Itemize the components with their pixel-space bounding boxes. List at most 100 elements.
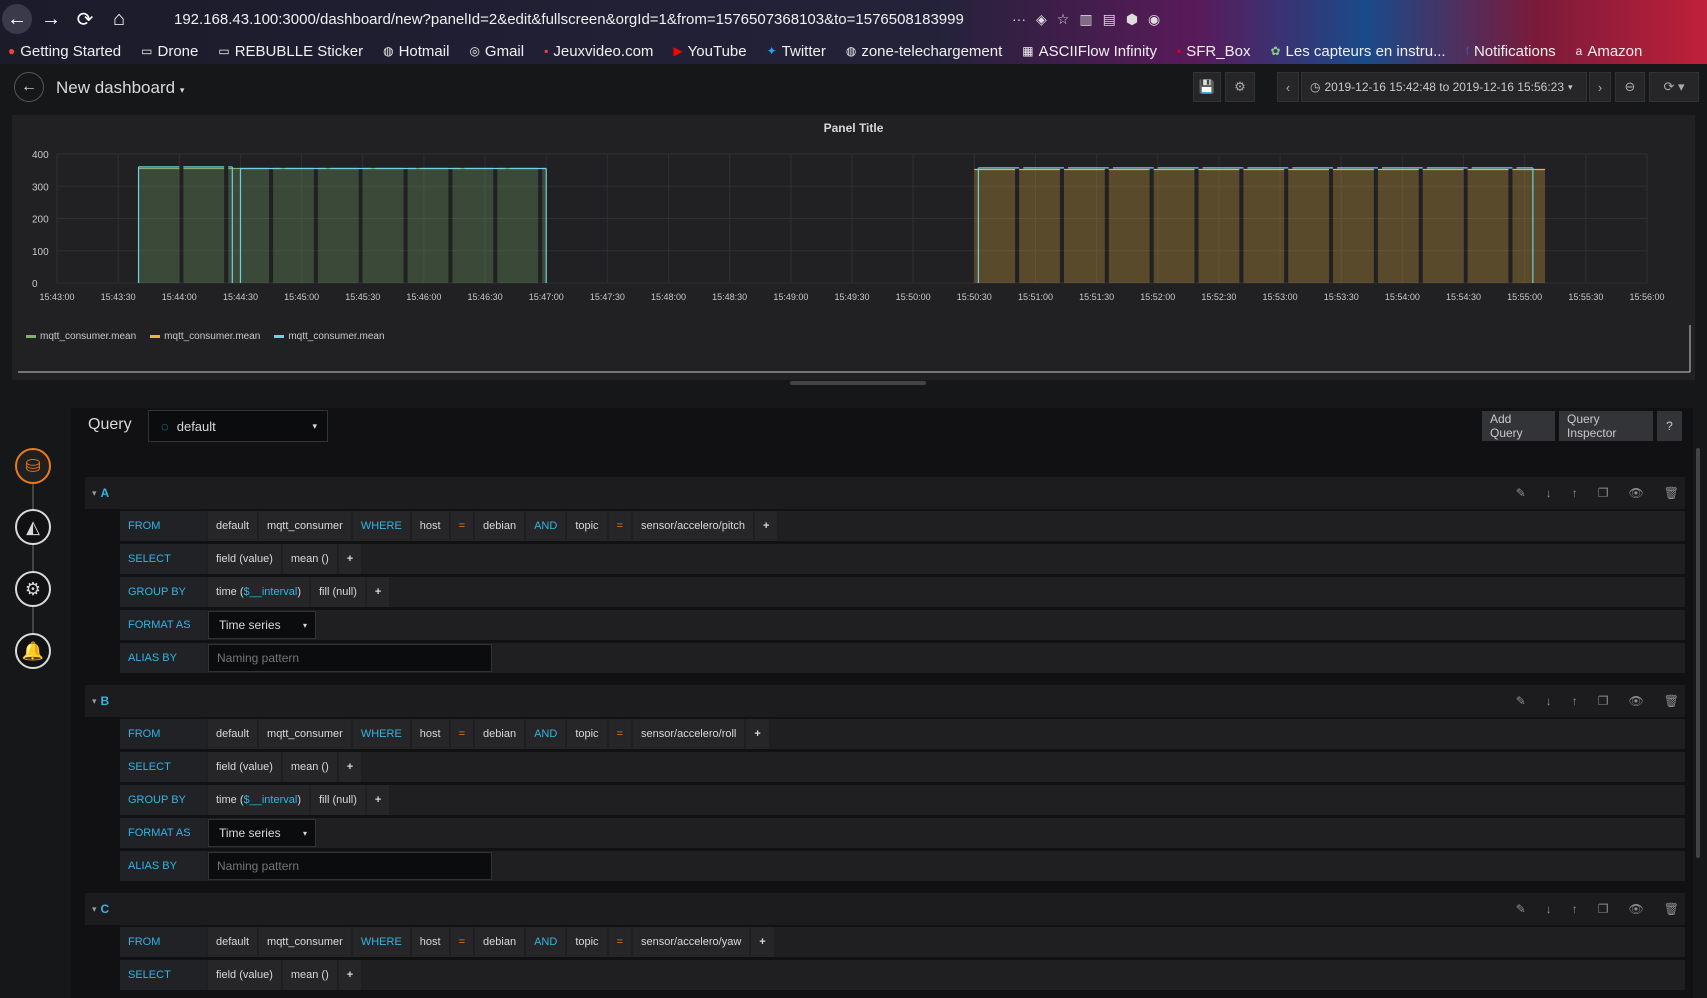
alert-bell-icon[interactable]: 🔔 — [15, 633, 51, 669]
dashboard-title[interactable]: New dashboard ▾ — [56, 78, 184, 98]
back-to-dashboard-button[interactable]: ← — [14, 72, 44, 102]
where-segment[interactable]: AND — [526, 511, 566, 541]
trash-icon[interactable]: 🗑 — [1664, 902, 1679, 916]
select-segment[interactable]: mean () — [282, 544, 337, 574]
move-up-icon[interactable]: ↑ — [1572, 902, 1578, 916]
query-inspector-button[interactable]: Query Inspector — [1559, 411, 1653, 441]
bookmark-item[interactable]: ▶ YouTube — [673, 43, 746, 60]
eye-icon[interactable]: 👁 — [1629, 902, 1644, 916]
add-query-button[interactable]: Add Query — [1482, 411, 1555, 441]
refresh-button[interactable]: ⟳ ▾ — [1649, 72, 1699, 102]
where-segment[interactable]: host — [411, 927, 449, 957]
library-icon[interactable]: ▥ — [1079, 11, 1092, 28]
select-segment[interactable]: field (value) — [208, 544, 281, 574]
legend-item[interactable]: mqtt_consumer.mean — [274, 331, 385, 342]
format-as-select[interactable]: Time series ▾ — [208, 611, 316, 639]
query-header[interactable]: ▾ B ✎ ↓ ↑ ❐ 👁 🗑 — [85, 685, 1685, 717]
where-segment[interactable]: AND — [526, 927, 566, 957]
add-group-by-button[interactable]: + — [366, 785, 390, 815]
bookmark-folder[interactable]: ▭ REBUBLLE Sticker — [218, 43, 363, 60]
editor-scrollbar[interactable] — [1696, 448, 1700, 858]
url-input[interactable]: 192.168.43.100:3000/dashboard/new?panelI… — [174, 11, 1004, 28]
move-up-icon[interactable]: ↑ — [1572, 694, 1578, 708]
query-header[interactable]: ▾ C ✎ ↓ ↑ ❐ 👁 🗑 — [85, 893, 1685, 925]
trash-icon[interactable]: 🗑 — [1664, 486, 1679, 500]
save-icon[interactable]: 💾 — [1193, 72, 1221, 102]
where-segment[interactable]: topic — [567, 927, 607, 957]
adblock-icon[interactable]: ⬢ — [1126, 11, 1138, 28]
bookmark-item[interactable]: ● Getting Started — [8, 43, 121, 60]
group-by-segment[interactable]: fill (null) — [311, 785, 365, 815]
bookmark-item[interactable]: ◍ zone-telechargement — [846, 43, 1002, 60]
star-icon[interactable]: ☆ — [1057, 11, 1070, 28]
zoom-out-icon[interactable]: ⊖ — [1615, 72, 1645, 102]
from-segment[interactable]: default — [208, 927, 258, 957]
group-by-segment[interactable]: time ($__interval) — [208, 577, 309, 607]
bookmark-folder[interactable]: ▭ Drone — [141, 43, 198, 60]
select-segment[interactable]: field (value) — [208, 960, 281, 990]
time-range-picker[interactable]: ◷ 2019-12-16 15:42:48 to 2019-12-16 15:5… — [1301, 72, 1587, 102]
trash-icon[interactable]: 🗑 — [1664, 694, 1679, 708]
legend-item[interactable]: mqtt_consumer.mean — [150, 331, 260, 342]
bookmark-item[interactable]: ✿ Les capteurs en instru... — [1270, 43, 1445, 60]
eye-icon[interactable]: 👁 — [1629, 694, 1644, 708]
from-segment[interactable]: mqtt_consumer — [259, 927, 351, 957]
add-select-button[interactable]: + — [338, 960, 362, 990]
where-segment[interactable]: sensor/accelero/pitch — [633, 511, 753, 541]
collapse-caret-icon[interactable]: ▾ — [92, 488, 97, 499]
add-condition-button[interactable]: + — [751, 927, 774, 957]
bookmark-item[interactable]: ◎ Gmail — [469, 43, 524, 60]
where-segment[interactable]: debian — [475, 719, 525, 749]
where-segment[interactable]: = — [608, 511, 631, 541]
group-by-segment[interactable]: fill (null) — [311, 577, 365, 607]
move-down-icon[interactable]: ↓ — [1546, 902, 1552, 916]
back-arrow-icon[interactable]: ← — [2, 4, 32, 34]
select-segment[interactable]: mean () — [282, 960, 337, 990]
reload-icon[interactable]: ⟳ — [70, 4, 100, 34]
pencil-icon[interactable]: ✎ — [1516, 694, 1526, 708]
where-segment[interactable]: = — [450, 511, 474, 541]
duplicate-icon[interactable]: ❐ — [1598, 902, 1609, 916]
add-group-by-button[interactable]: + — [366, 577, 390, 607]
where-segment[interactable]: = — [450, 927, 474, 957]
collapse-caret-icon[interactable]: ▾ — [92, 696, 97, 707]
group-by-segment[interactable]: time ($__interval) — [208, 785, 309, 815]
help-button[interactable]: ? — [1657, 411, 1682, 441]
bookmark-item[interactable]: ▪ Jeuxvideo.com — [544, 43, 653, 60]
bookmark-item[interactable]: ▪ SFR_Box — [1177, 43, 1250, 60]
time-forward-button[interactable]: › — [1589, 72, 1611, 102]
account-icon[interactable]: ◉ — [1148, 11, 1160, 28]
gear-icon[interactable]: ⚙ — [1225, 72, 1255, 102]
duplicate-icon[interactable]: ❐ — [1598, 486, 1609, 500]
legend-item[interactable]: mqtt_consumer.mean — [26, 331, 136, 342]
bookmark-item[interactable]: ▦ ASCIIFlow Infinity — [1022, 43, 1157, 60]
query-header[interactable]: ▾ A ✎ ↓ ↑ ❐ 👁 🗑 — [85, 477, 1685, 509]
sidebar-icon[interactable]: ▤ — [1103, 11, 1116, 28]
menu-dots-icon[interactable]: ··· — [1012, 11, 1026, 28]
where-segment[interactable]: topic — [567, 719, 607, 749]
alias-input[interactable] — [208, 644, 492, 672]
where-segment[interactable]: = — [608, 719, 631, 749]
add-condition-button[interactable]: + — [746, 719, 769, 749]
time-back-button[interactable]: ‹ — [1277, 72, 1299, 102]
where-segment[interactable]: sensor/accelero/yaw — [633, 927, 750, 957]
panel-resize-handle[interactable] — [790, 381, 926, 385]
from-segment[interactable]: mqtt_consumer — [259, 719, 351, 749]
from-segment[interactable]: default — [208, 719, 258, 749]
forward-arrow-icon[interactable]: → — [36, 4, 66, 34]
format-as-select[interactable]: Time series ▾ — [208, 819, 316, 847]
from-segment[interactable]: default — [208, 511, 258, 541]
bookmark-item[interactable]: ✦ Twitter — [767, 43, 826, 60]
pencil-icon[interactable]: ✎ — [1516, 902, 1526, 916]
add-select-button[interactable]: + — [338, 544, 362, 574]
visualization-icon[interactable]: ◭ — [15, 509, 51, 545]
move-up-icon[interactable]: ↑ — [1572, 486, 1578, 500]
move-down-icon[interactable]: ↓ — [1546, 486, 1552, 500]
select-segment[interactable]: mean () — [282, 752, 337, 782]
bookmark-item[interactable]: ◍ Hotmail — [383, 43, 449, 60]
select-segment[interactable]: field (value) — [208, 752, 281, 782]
where-segment[interactable]: = — [450, 719, 474, 749]
duplicate-icon[interactable]: ❐ — [1598, 694, 1609, 708]
where-segment[interactable]: debian — [475, 511, 525, 541]
pencil-icon[interactable]: ✎ — [1516, 486, 1526, 500]
